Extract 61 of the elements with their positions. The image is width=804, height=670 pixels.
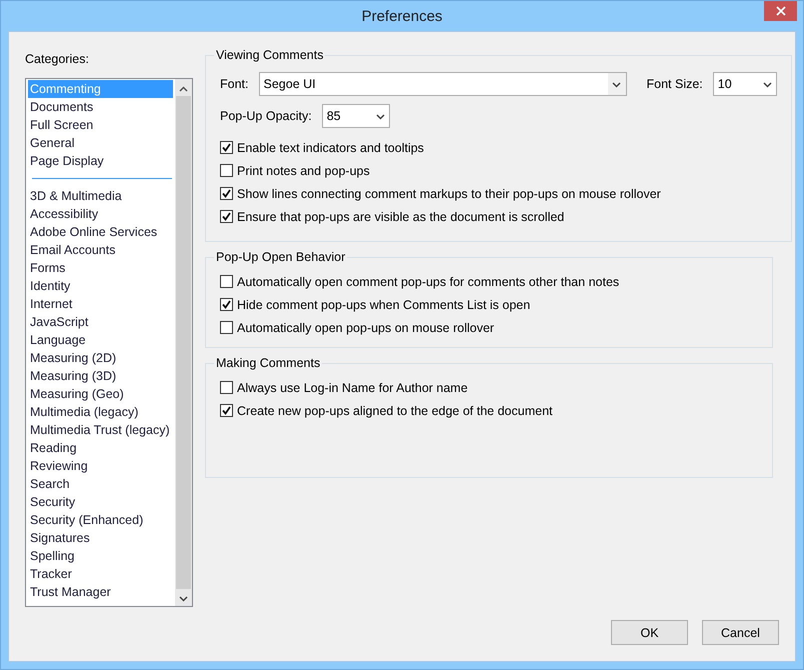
checkbox[interactable]: [220, 210, 233, 223]
category-item[interactable]: Measuring (3D): [28, 367, 173, 385]
category-item[interactable]: Multimedia (legacy): [28, 403, 173, 421]
group-title: Making Comments: [215, 356, 322, 370]
group-title: Viewing Comments: [215, 48, 324, 62]
category-item[interactable]: Documents: [28, 98, 173, 116]
checkbox-label: Automatically open pop-ups on mouse rollover: [237, 320, 494, 334]
category-item[interactable]: Page Display: [28, 152, 173, 170]
checkbox-label: Create new pop-ups aligned to the edge of the document: [237, 404, 552, 418]
category-item[interactable]: Spelling: [28, 547, 173, 565]
category-item[interactable]: Reviewing: [28, 457, 173, 475]
close-icon: [776, 6, 786, 16]
font-dropdown[interactable]: Segoe UI: [258, 72, 626, 96]
category-item[interactable]: Reading: [28, 439, 173, 457]
category-item[interactable]: Measuring (2D): [28, 349, 173, 367]
category-item[interactable]: Language: [28, 331, 173, 349]
checkbox[interactable]: [220, 187, 233, 200]
category-item[interactable]: Identity: [28, 277, 173, 295]
scrollbar[interactable]: [175, 79, 192, 606]
category-item[interactable]: Multimedia Trust (legacy): [28, 421, 173, 439]
window-title: Preferences: [362, 8, 442, 24]
category-item[interactable]: Forms: [28, 259, 173, 277]
checkbox-label: Enable text indicators and tooltips: [237, 140, 424, 154]
category-item[interactable]: Search: [28, 475, 173, 493]
dialog-button[interactable]: Cancel: [702, 620, 779, 645]
opacity-label: Pop-Up Opacity:: [220, 109, 312, 123]
category-item[interactable]: Security (Enhanced): [28, 511, 173, 529]
checkbox[interactable]: [220, 164, 233, 177]
checkbox[interactable]: [220, 141, 233, 154]
category-item[interactable]: JavaScript: [28, 313, 173, 331]
checkbox[interactable]: [220, 275, 233, 288]
font-label: Font:: [220, 77, 248, 91]
checkbox-label: Show lines connecting comment markups to their pop-ups on mouse rollover: [237, 186, 661, 200]
category-item[interactable]: 3D & Multimedia: [28, 187, 173, 205]
group-title: Pop-Up Open Behavior: [215, 250, 346, 264]
checkbox[interactable]: [220, 298, 233, 311]
checkbox[interactable]: [220, 404, 233, 417]
font-size-label: Font Size:: [646, 77, 703, 91]
font-size-dropdown[interactable]: 10: [712, 72, 777, 96]
checkbox-label: Automatically open comment pop-ups for comments other than notes: [237, 274, 620, 288]
checkbox-label: Ensure that pop-ups are visible as the document is scrolled: [237, 210, 564, 224]
categories-label: Categories:: [25, 52, 90, 66]
checkbox-label: Print notes and pop-ups: [237, 164, 370, 178]
checkbox-label: Hide comment pop-ups when Comments List is open: [237, 298, 530, 312]
checkbox-label: Always use Log-in Name for Author name: [237, 380, 468, 394]
category-item[interactable]: Email Accounts: [28, 241, 173, 259]
category-item[interactable]: Accessibility: [28, 205, 173, 223]
checkbox[interactable]: [220, 381, 233, 394]
category-item[interactable]: Adobe Online Services: [28, 223, 173, 241]
opacity-dropdown[interactable]: 85: [322, 104, 390, 128]
category-item[interactable]: Trust Manager: [28, 583, 173, 601]
category-item[interactable]: Internet: [28, 295, 173, 313]
close-button[interactable]: [764, 1, 797, 21]
category-item[interactable]: General: [28, 134, 173, 152]
dialog-button[interactable]: OK: [611, 620, 688, 645]
category-item[interactable]: Full Screen: [28, 116, 173, 134]
category-item[interactable]: Signatures: [28, 529, 173, 547]
category-item[interactable]: Security: [28, 493, 173, 511]
category-item[interactable]: Measuring (Geo): [28, 385, 173, 403]
checkbox[interactable]: [220, 321, 233, 334]
category-item[interactable]: Tracker: [28, 565, 173, 583]
